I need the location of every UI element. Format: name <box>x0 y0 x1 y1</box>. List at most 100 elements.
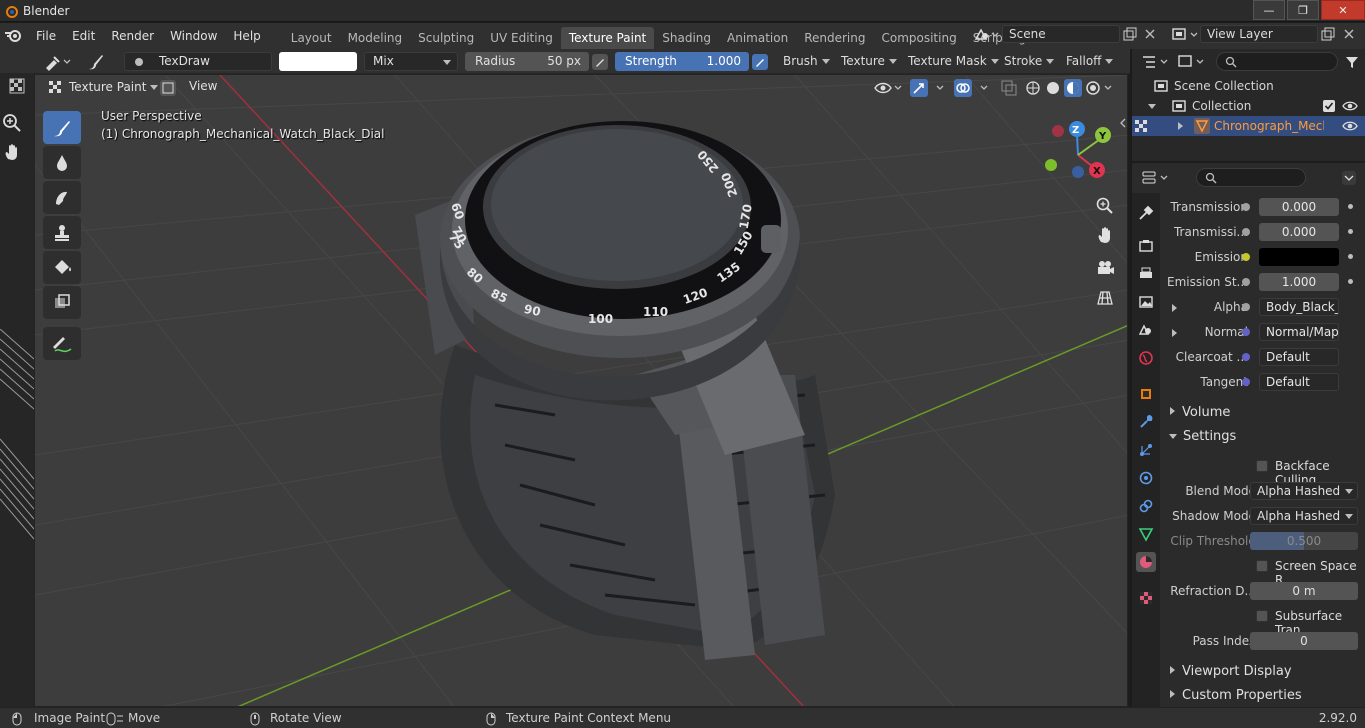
3d-viewport[interactable]: 100 110 120 135 150 170 200 250 60 70 75… <box>34 74 1128 707</box>
view-menu[interactable]: View <box>189 79 217 93</box>
socket-dot[interactable] <box>1242 228 1250 236</box>
custom-properties-panel-header[interactable]: Custom Properties <box>1162 685 1365 707</box>
tab-animation[interactable]: Animation <box>719 27 796 49</box>
menu-help[interactable]: Help <box>225 23 268 49</box>
chevron-right-icon[interactable] <box>1172 329 1177 337</box>
blender-menu-icon[interactable] <box>0 23 28 49</box>
overlay-toggle-icon[interactable] <box>953 78 995 98</box>
tab-compositing[interactable]: Compositing <box>873 27 964 49</box>
annotate-tool[interactable] <box>43 327 81 360</box>
soften-tool[interactable] <box>43 146 81 179</box>
emission-color-swatch[interactable] <box>1259 248 1339 266</box>
remove-scene-icon[interactable] <box>1144 28 1156 40</box>
outliner-search-input[interactable] <box>1216 52 1338 71</box>
properties-editor-type-icon[interactable] <box>1140 169 1170 187</box>
tab-rendering[interactable]: Rendering <box>796 27 873 49</box>
tab-uv-editing[interactable]: UV Editing <box>482 27 561 49</box>
chevron-right-icon[interactable] <box>1178 122 1183 130</box>
clip-threshold-slider[interactable]: 0.500 <box>1250 532 1358 550</box>
clearcoat-normal-value[interactable]: Default <box>1259 348 1339 366</box>
radius-slider[interactable]: Radius 50 px <box>465 52 589 71</box>
shadow-mode-dropdown[interactable]: Alpha Hashed <box>1250 507 1358 525</box>
outliner-row-scene-collection[interactable]: Scene Collection <box>1132 76 1365 96</box>
tab-output[interactable] <box>1136 264 1156 284</box>
brush-menu[interactable]: Brush <box>783 52 830 71</box>
pan-hand-icon[interactable] <box>2 143 22 163</box>
tab-render[interactable] <box>1136 236 1156 256</box>
brush-color-swatch[interactable] <box>279 52 357 71</box>
radius-pressure-icon[interactable] <box>592 54 608 70</box>
properties-search-input[interactable] <box>1196 168 1306 187</box>
chevron-down-icon[interactable] <box>1342 171 1356 185</box>
menu-render[interactable]: Render <box>103 23 162 49</box>
socket-dot[interactable] <box>1242 253 1250 261</box>
tab-object[interactable] <box>1136 384 1156 404</box>
keyframe-dot-icon[interactable] <box>1348 204 1353 209</box>
emission-strength-value[interactable]: 1.000 <box>1259 273 1339 291</box>
ortho-toggle-button[interactable] <box>1092 285 1118 311</box>
close-button[interactable]: ✕ <box>1321 0 1365 20</box>
checkbox-checked-icon[interactable] <box>1323 100 1335 112</box>
view-layer-field[interactable]: View Layer <box>1200 25 1318 43</box>
viewport-display-panel-header[interactable]: Viewport Display <box>1162 661 1365 683</box>
chevron-right-icon[interactable] <box>1172 304 1177 312</box>
filter-icon[interactable] <box>1344 54 1360 70</box>
transmission-roughness-value[interactable]: 0.000 <box>1259 223 1339 241</box>
tab-physics[interactable] <box>1136 468 1156 488</box>
keyframe-dot-icon[interactable] <box>1348 229 1353 234</box>
blend-mode-dropdown[interactable]: Alpha Hashed <box>1250 482 1358 500</box>
sidebar-expand-icon[interactable] <box>1119 117 1127 129</box>
screen-space-refraction-checkbox[interactable] <box>1256 560 1268 572</box>
tab-material[interactable] <box>1136 552 1156 572</box>
socket-dot[interactable] <box>1242 353 1250 361</box>
strength-slider[interactable]: Strength 1.000 <box>615 52 749 71</box>
tab-modeling[interactable]: Modeling <box>340 27 411 49</box>
subsurface-translucency-checkbox[interactable] <box>1256 610 1268 622</box>
socket-dot[interactable] <box>1242 328 1250 336</box>
settings-panel-header[interactable]: Settings <box>1162 426 1365 448</box>
draw-tool[interactable] <box>43 111 81 144</box>
socket-dot[interactable] <box>1242 203 1250 211</box>
remove-view-layer-icon[interactable] <box>1343 28 1355 40</box>
new-scene-icon[interactable] <box>1122 27 1138 43</box>
image-editor-icon[interactable] <box>8 77 28 95</box>
tab-tool[interactable] <box>1136 203 1156 223</box>
tab-texture[interactable] <box>1136 588 1156 608</box>
tab-scene[interactable] <box>1136 320 1156 340</box>
tab-sculpting[interactable]: Sculpting <box>410 27 482 49</box>
outliner-row-object[interactable]: Chronograph_Mechai <box>1132 116 1365 136</box>
socket-dot[interactable] <box>1242 278 1250 286</box>
refraction-depth-field[interactable]: 0 m <box>1250 582 1358 600</box>
backface-culling-checkbox[interactable] <box>1256 460 1268 472</box>
xray-icon[interactable] <box>999 78 1019 98</box>
transmission-value[interactable]: 0.000 <box>1259 198 1339 216</box>
tab-modifiers[interactable] <box>1136 412 1156 432</box>
tab-constraints[interactable] <box>1136 496 1156 516</box>
outliner-editor-type-icon[interactable] <box>1140 53 1170 71</box>
minimize-button[interactable]: — <box>1253 0 1285 20</box>
falloff-menu[interactable]: Falloff <box>1066 52 1114 71</box>
tab-layout[interactable]: Layout <box>283 27 340 49</box>
texture-mask-menu[interactable]: Texture Mask <box>908 52 999 71</box>
keyframe-dot-icon[interactable] <box>1348 254 1353 259</box>
keyframe-dot-icon[interactable] <box>1348 279 1353 284</box>
view-layer-icon[interactable] <box>1170 27 1200 43</box>
eye-icon[interactable] <box>1342 120 1358 132</box>
scene-icon[interactable] <box>973 27 999 43</box>
zoom-icon[interactable] <box>2 113 22 133</box>
menu-edit[interactable]: Edit <box>64 23 103 49</box>
mask-tool[interactable] <box>43 286 81 319</box>
tab-world[interactable] <box>1136 348 1156 368</box>
blend-mode-dropdown[interactable]: Mix <box>364 52 458 71</box>
texture-menu[interactable]: Texture <box>841 52 897 71</box>
eye-icon[interactable] <box>1342 100 1358 112</box>
pan-view-button[interactable] <box>1092 223 1118 249</box>
display-mode-icon[interactable] <box>1176 53 1206 71</box>
outliner-row-collection[interactable]: Collection <box>1132 96 1365 116</box>
active-tool-icon[interactable] <box>42 53 72 71</box>
tab-data[interactable] <box>1136 524 1156 544</box>
clone-tool[interactable] <box>43 216 81 249</box>
normal-link-value[interactable]: Normal/Map <box>1259 323 1339 341</box>
shading-modes-icon[interactable] <box>1023 78 1113 98</box>
strength-pressure-icon[interactable] <box>752 54 768 70</box>
